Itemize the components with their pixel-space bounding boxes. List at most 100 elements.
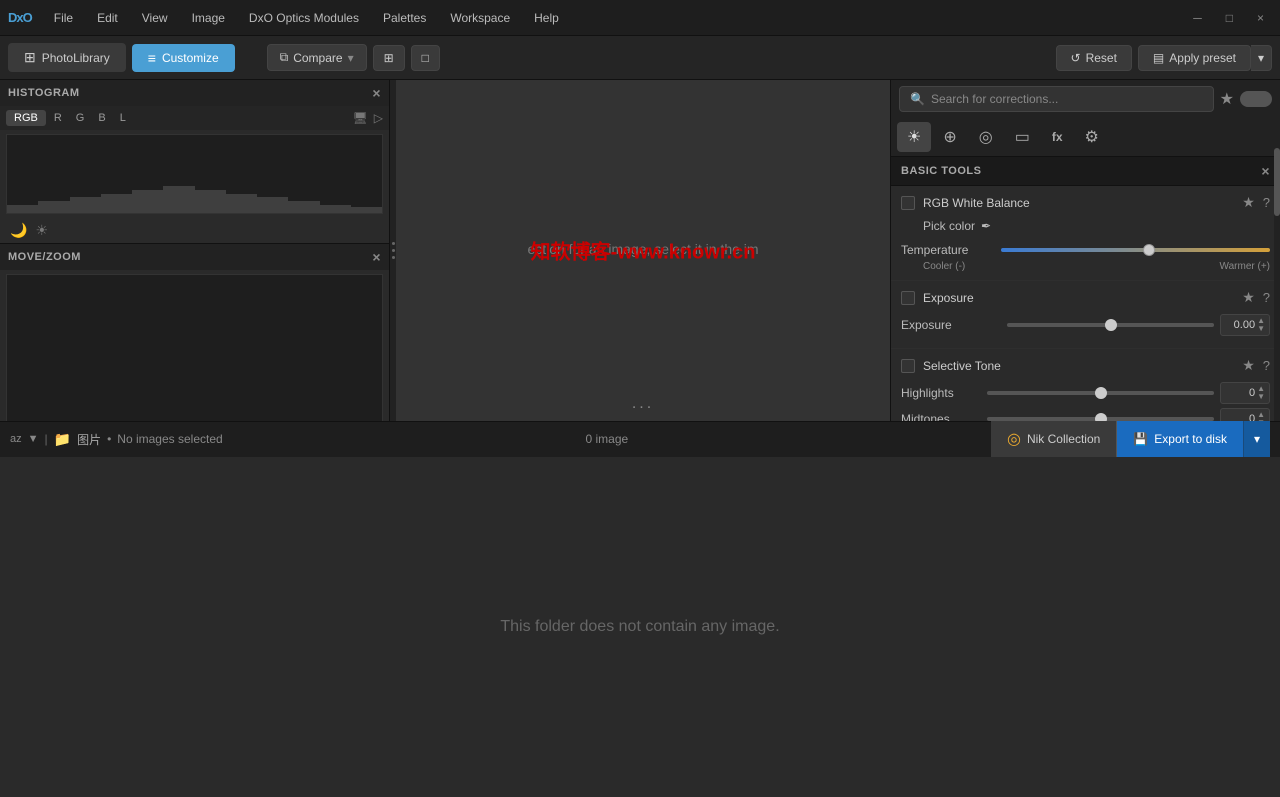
close-button[interactable]: × [1249,7,1272,29]
midtones-value: 0 [1249,413,1255,421]
exposure-value-input[interactable]: 0.00 ▲ ▼ [1220,314,1270,336]
split-view-button[interactable]: ⊞ [373,45,405,71]
eyedropper-icon[interactable]: ✒ [981,219,991,233]
menu-file[interactable]: File [44,7,83,29]
customize-icon: ≡ [148,50,156,66]
histogram-tab-l[interactable]: L [114,110,132,126]
histogram-close-button[interactable]: × [372,85,381,101]
pick-color-label: Pick color [923,219,975,233]
white-balance-title: RGB White Balance [923,196,1030,210]
apply-preset-button[interactable]: ▤ Apply preset [1138,45,1251,71]
selective-tone-star-icon[interactable]: ★ [1242,357,1255,374]
exposure-down-button[interactable]: ▼ [1257,325,1265,333]
exposure-slider[interactable] [1007,323,1214,327]
midtones-slider[interactable] [987,417,1214,421]
selective-tone-help-icon[interactable]: ? [1263,358,1270,373]
histogram-arrow-icon[interactable]: ▷ [374,111,383,125]
highlights-slider[interactable] [987,391,1214,395]
menu-optics[interactable]: DxO Optics Modules [239,7,369,29]
reset-icon: ↺ [1071,51,1081,65]
exposure-checkbox[interactable] [901,291,915,305]
light-tool-icon[interactable]: ☀ [897,122,931,152]
basic-tools-close-button[interactable]: × [1261,163,1270,179]
right-scrollbar[interactable] [1274,80,1280,421]
hist-bar-7 [195,190,226,213]
midtones-down-button[interactable]: ▼ [1257,419,1265,421]
histogram-monitor-icon[interactable]: 🖥 [353,111,368,125]
highlights-spinner[interactable]: ▲ ▼ [1257,385,1265,401]
minimize-button[interactable]: ─ [1185,7,1210,29]
selective-tone-checkbox[interactable] [901,359,915,373]
basic-tools-title: BASIC TOOLS [901,165,981,177]
menu-help[interactable]: Help [524,7,569,29]
hist-bar-5 [132,190,163,213]
white-balance-help-icon[interactable]: ? [1263,195,1270,210]
exposure-value: 0.00 [1234,319,1255,331]
exposure-star-icon[interactable]: ★ [1242,289,1255,306]
customize-tab[interactable]: ≡ Customize [132,44,235,72]
resize-dots [392,242,395,259]
move-zoom-close-button[interactable]: × [372,249,381,265]
geometry-tool-icon[interactable]: ▭ [1005,122,1040,152]
histogram-tab-r[interactable]: R [48,110,68,126]
search-input-container[interactable]: 🔍 Search for corrections... [899,86,1214,112]
histogram-chart [6,134,383,214]
menu-image[interactable]: Image [182,7,235,29]
hist-bar-2 [38,201,69,213]
compare-button[interactable]: ⧉ Compare ▾ [267,44,367,71]
histogram-tabs: RGB R G B L 🖥 ▷ [0,106,389,130]
reset-button[interactable]: ↺ Reset [1056,45,1132,71]
exposure-thumb[interactable] [1105,319,1117,331]
moon-icon: 🌙 [10,222,27,239]
nik-collection-button[interactable]: ◎ Nik Collection [991,421,1117,457]
nik-collection-icon: ◎ [1007,429,1021,449]
menu-edit[interactable]: Edit [87,7,128,29]
filter-icon[interactable]: ▼ [28,433,39,445]
nik-collection-label: Nik Collection [1027,432,1100,446]
white-balance-checkbox[interactable] [901,196,915,210]
maximize-button[interactable]: □ [1218,7,1241,29]
menubar: DxO File Edit View Image DxO Optics Modu… [0,0,1280,36]
menu-workspace[interactable]: Workspace [440,7,520,29]
highlights-thumb[interactable] [1095,387,1107,399]
favorites-star-icon[interactable]: ★ [1220,89,1234,109]
midtones-thumb[interactable] [1095,413,1107,421]
export-to-disk-button[interactable]: 💾 Export to disk [1117,421,1243,457]
white-balance-star-icon[interactable]: ★ [1242,194,1255,211]
menu-palettes[interactable]: Palettes [373,7,436,29]
histogram-tab-g[interactable]: G [70,110,91,126]
sort-az-icon[interactable]: az [10,433,22,445]
fx-tool-icon[interactable]: fx [1042,125,1073,149]
left-panel: HISTOGRAM × RGB R G B L 🖥 ▷ [0,80,390,421]
folder-icon[interactable]: 📁 [54,431,71,448]
temperature-slider[interactable] [1001,248,1270,252]
search-toggle-button[interactable] [1240,91,1272,107]
watermark-tool-icon[interactable]: ⚙ [1075,122,1109,152]
center-content: ection for an image, select it in the im… [396,80,890,421]
hist-bar-4 [101,194,132,214]
exposure-help-icon[interactable]: ? [1263,290,1270,305]
midtones-value-input[interactable]: 0 ▲ ▼ [1220,408,1270,421]
color-tool-icon[interactable]: ⊕ [933,122,966,152]
temperature-thumb[interactable] [1143,244,1155,256]
exposure-spinner[interactable]: ▲ ▼ [1257,317,1265,333]
hist-bar-9 [257,197,288,213]
detail-tool-icon[interactable]: ◎ [969,122,1003,152]
main-area: HISTOGRAM × RGB R G B L 🖥 ▷ [0,80,1280,421]
right-scrollbar-thumb[interactable] [1274,148,1280,216]
midtones-row: Midtones 0 ▲ ▼ [901,408,1270,421]
single-view-button[interactable]: □ [411,45,440,71]
histogram-tab-rgb[interactable]: RGB [6,110,46,126]
more-options-dots[interactable]: ... [632,395,654,413]
exposure-header: Exposure ★ ? [901,289,1270,306]
status-bullet: • [107,432,111,446]
highlights-down-button[interactable]: ▼ [1257,393,1265,401]
highlights-value-input[interactable]: 0 ▲ ▼ [1220,382,1270,404]
menu-view[interactable]: View [132,7,178,29]
preset-icon: ▤ [1153,51,1164,65]
midtones-spinner[interactable]: ▲ ▼ [1257,411,1265,421]
photo-library-tab[interactable]: ⊞ PhotoLibrary [8,43,126,72]
histogram-tab-b[interactable]: B [92,110,111,126]
apply-preset-dropdown-button[interactable]: ▾ [1251,45,1272,71]
export-dropdown-button[interactable]: ▾ [1243,421,1270,457]
